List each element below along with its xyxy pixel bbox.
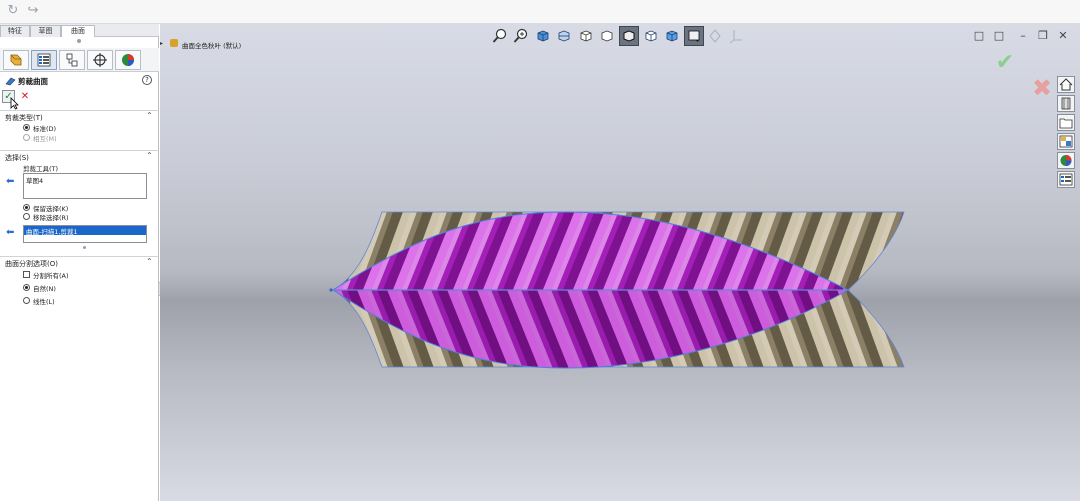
manager-tabs: [0, 48, 159, 72]
checkbox-label: 分割所有(A): [33, 272, 69, 280]
trim-tool-value: 草图4: [26, 177, 44, 185]
split-options-header[interactable]: 曲面分割选项(O) ⌃: [0, 256, 159, 268]
selections-section: 选择(S) ⌃ 剪裁工具(T) ⬅ 草图4 保留选择(K) 移除选择(R) ⬅ …: [0, 150, 159, 254]
split-all-checkbox[interactable]: [23, 271, 30, 278]
radio-label: 标准(D): [33, 125, 57, 133]
tab-sketch[interactable]: 草图: [30, 25, 61, 37]
selection-arrow-icon: ⬅: [6, 176, 15, 187]
dimxpert-manager-tab[interactable]: [87, 50, 113, 70]
mouse-cursor-icon: [10, 97, 19, 110]
chevron-up-icon[interactable]: ⌃: [146, 111, 153, 120]
split-options-section: 曲面分割选项(O) ⌃ 分割所有(A) 自然(N) 线性(L): [0, 256, 159, 316]
configuration-icon: [66, 53, 78, 67]
radio-remove-selections[interactable]: [23, 213, 30, 220]
redo-icon[interactable]: ↪: [24, 3, 42, 19]
surface-model[interactable]: [160, 24, 1080, 501]
radio-label: 相互(M): [33, 135, 57, 143]
command-manager-tabs: 特征 草图 曲面: [0, 24, 159, 37]
feature-tree-icon: [10, 54, 22, 66]
chevron-up-icon[interactable]: ⌃: [146, 151, 153, 160]
pieces-to-keep-field[interactable]: 曲面-扫描1,剪裁1: [23, 225, 147, 243]
tab-features[interactable]: 特征: [0, 25, 30, 37]
collapse-handle[interactable]: [77, 39, 81, 43]
selected-item[interactable]: 曲面-扫描1,剪裁1: [24, 226, 146, 236]
selections-header[interactable]: 选择(S) ⌃: [0, 150, 159, 162]
page-title: 剪裁曲面: [18, 77, 48, 86]
trim-tool-field[interactable]: 草图4: [23, 173, 147, 199]
radio-keep-selections[interactable]: [23, 204, 30, 211]
help-icon[interactable]: ?: [142, 75, 152, 85]
rebuild-icon[interactable]: ↻: [4, 3, 22, 19]
section-title: 选择(S): [5, 154, 29, 162]
trim-surface-icon: [5, 77, 16, 86]
feature-manager-tab[interactable]: [3, 50, 29, 70]
display-manager-icon: [122, 54, 134, 66]
property-list-icon: [37, 53, 51, 67]
trim-type-section: 剪裁类型(T) ⌃ 标准(D) 相互(M): [0, 110, 159, 150]
selection-arrow-icon: ⬅: [6, 227, 15, 238]
cancel-button[interactable]: ✕: [19, 90, 31, 103]
trim-tool-label: 剪裁工具(T): [23, 165, 59, 173]
property-manager-panel: 特征 草图 曲面 剪裁曲面 ? ✓ ✕ 剪裁类型(T) ⌃ 标准(D) 相互(M…: [0, 24, 159, 501]
radio-linear[interactable]: [23, 297, 30, 304]
radio-label: 移除选择(R): [33, 214, 69, 222]
graphics-area[interactable]: ▸ 曲面全色秋叶 (默认) □ □ – ❐ ✕ ✔ ✖: [160, 24, 1080, 501]
section-title: 曲面分割选项(O): [5, 260, 58, 268]
section-title: 剪裁类型(T): [5, 114, 43, 122]
tab-surfaces[interactable]: 曲面: [61, 25, 95, 37]
radio-label: 自然(N): [33, 285, 56, 293]
radio-standard[interactable]: [23, 124, 30, 131]
property-manager-header: 剪裁曲面 ?: [0, 74, 159, 88]
top-toolbar: ↻ ↪: [0, 0, 1080, 24]
radio-label: 线性(L): [33, 298, 55, 306]
property-manager-tab[interactable]: [31, 50, 57, 70]
radio-natural[interactable]: [23, 284, 30, 291]
radio-mutual[interactable]: [23, 134, 30, 141]
trim-type-header[interactable]: 剪裁类型(T) ⌃: [0, 110, 159, 122]
app-window: ↻ ↪ 特征 草图 曲面 剪裁曲面 ? ✓ ✕ 剪裁类型(T) ⌃ 标准(D) …: [0, 0, 1080, 501]
chevron-up-icon[interactable]: ⌃: [146, 257, 153, 266]
configuration-manager-tab[interactable]: [59, 50, 85, 70]
display-manager-tab[interactable]: [115, 50, 141, 70]
crosshair-icon: [93, 53, 107, 67]
resize-handle[interactable]: [83, 246, 86, 249]
